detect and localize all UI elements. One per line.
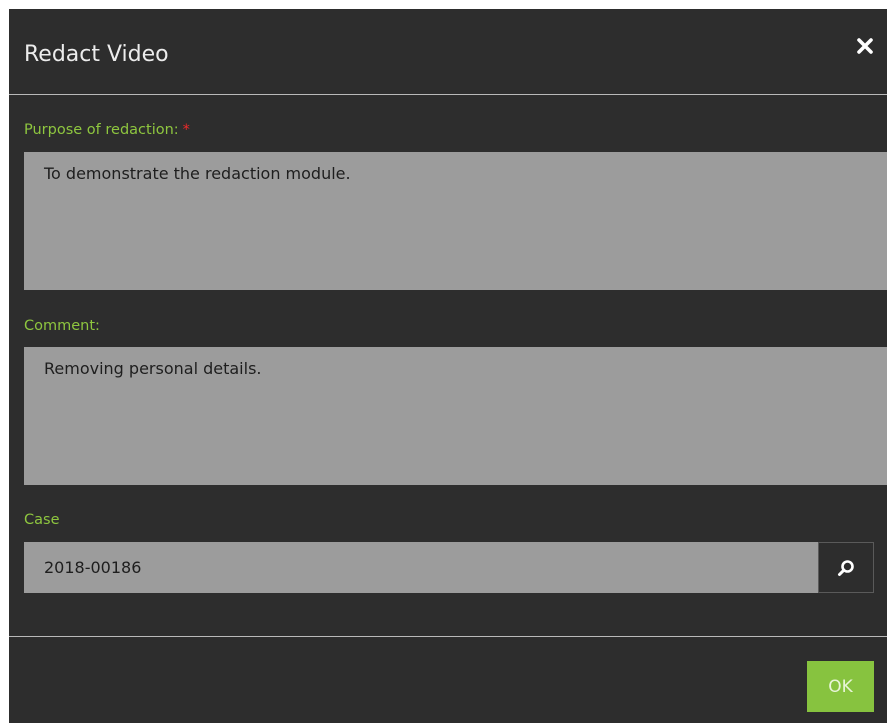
case-search-button[interactable] [818, 542, 874, 593]
close-icon [857, 38, 873, 54]
ok-button[interactable]: OK [807, 661, 874, 712]
required-marker: * [182, 122, 190, 138]
redact-video-dialog: Redact Video Purpose of redaction: * To d… [9, 9, 887, 723]
dialog-header: Redact Video [9, 9, 887, 95]
footer-divider [9, 636, 887, 637]
comment-label: Comment: [24, 318, 100, 334]
purpose-textarea[interactable]: To demonstrate the redaction module. [24, 152, 887, 290]
case-input[interactable]: 2018-00186 [24, 542, 818, 593]
close-button[interactable] [855, 36, 875, 56]
case-label: Case [24, 512, 60, 528]
comment-textarea[interactable]: Removing personal details. [24, 347, 887, 485]
search-icon [838, 559, 854, 576]
dialog-title: Redact Video [24, 42, 169, 67]
purpose-label: Purpose of redaction: * [24, 122, 190, 138]
purpose-label-text: Purpose of redaction: [24, 122, 179, 138]
